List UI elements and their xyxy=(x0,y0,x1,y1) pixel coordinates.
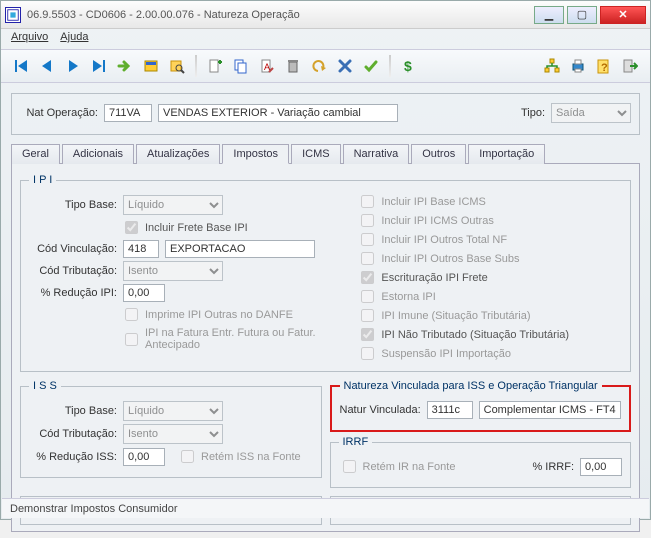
iss-codtrib-label: Cód Tributação: xyxy=(29,428,117,440)
goto-icon[interactable] xyxy=(113,54,137,78)
menu-arquivo[interactable]: Arquivo xyxy=(11,31,48,47)
titlebar: 06.9.5503 - CD0606 - 2.00.00.076 - Natur… xyxy=(1,1,650,29)
menubar: Arquivo Ajuda xyxy=(1,29,650,49)
nat-vinculada-legend: Natureza Vinculada para ISS e Operação T… xyxy=(340,380,602,392)
iss-group: I S S Tipo Base: Líquido Cód Tributação:… xyxy=(20,380,322,478)
tipo-label: Tipo: xyxy=(521,107,545,119)
last-icon[interactable] xyxy=(87,54,111,78)
iss-reducao-input[interactable] xyxy=(123,448,165,466)
ipi-legend: I P I xyxy=(29,174,56,186)
money-icon[interactable]: $ xyxy=(397,54,421,78)
exit-icon[interactable] xyxy=(618,54,642,78)
ipi-naotrib-checkbox[interactable]: IPI Não Tributado (Situação Tributária) xyxy=(357,325,622,344)
statusbar: Demonstrar Impostos Consumidor xyxy=(2,498,649,518)
tab-geral[interactable]: Geral xyxy=(11,144,60,164)
ipi-reducao-label: % Redução IPI: xyxy=(29,287,117,299)
ipi-imprime-outras-checkbox[interactable]: Imprime IPI Outras no DANFE xyxy=(121,305,293,324)
nat-operacao-code[interactable] xyxy=(104,104,152,122)
iss-retem-checkbox[interactable]: Retém ISS na Fonte xyxy=(177,447,301,466)
ipi-fatura-checkbox[interactable]: IPI na Fatura Entr. Futura ou Fatur. Ant… xyxy=(121,327,349,351)
help-icon[interactable]: ? xyxy=(592,54,616,78)
irrf-retem-checkbox[interactable]: Retém IR na Fonte xyxy=(339,457,456,476)
ipi-imune-checkbox[interactable]: IPI Imune (Situação Tributária) xyxy=(357,306,622,325)
nat-vinculada-desc xyxy=(479,401,621,419)
irrf-pct-label: % IRRF: xyxy=(532,461,574,473)
status-text: Demonstrar Impostos Consumidor xyxy=(10,503,178,515)
copy-icon[interactable] xyxy=(229,54,253,78)
iss-reducao-label: % Redução ISS: xyxy=(29,451,117,463)
maximize-button[interactable] xyxy=(567,6,597,24)
tab-narrativa[interactable]: Narrativa xyxy=(343,144,410,164)
iss-tipobase-select: Líquido xyxy=(123,401,223,421)
ipi-reducao-input[interactable] xyxy=(123,284,165,302)
menu-ajuda[interactable]: Ajuda xyxy=(60,31,88,47)
print-icon[interactable] xyxy=(566,54,590,78)
close-button[interactable] xyxy=(600,6,646,24)
delete-icon[interactable] xyxy=(281,54,305,78)
window-title: 06.9.5503 - CD0606 - 2.00.00.076 - Natur… xyxy=(27,9,534,21)
toolbar: A $ ? xyxy=(1,49,650,83)
cancel-icon[interactable] xyxy=(333,54,357,78)
undo-icon[interactable] xyxy=(307,54,331,78)
view-icon[interactable] xyxy=(139,54,163,78)
ipi-estorna-checkbox[interactable]: Estorna IPI xyxy=(357,287,622,306)
ipi-icms-outras-checkbox[interactable]: Incluir IPI ICMS Outras xyxy=(357,211,622,230)
nat-operacao-label: Nat Operação: xyxy=(20,107,98,119)
iss-legend: I S S xyxy=(29,380,61,392)
minimize-button[interactable] xyxy=(534,6,564,24)
nat-vinculada-label: Natur Vinculada: xyxy=(340,404,421,416)
nat-operacao-desc xyxy=(158,104,398,122)
ipi-codvinc-label: Cód Vinculação: xyxy=(29,243,117,255)
ipi-base-icms-checkbox[interactable]: Incluir IPI Base ICMS xyxy=(357,192,622,211)
ipi-outros-total-checkbox[interactable]: Incluir IPI Outros Total NF xyxy=(357,230,622,249)
tab-icms[interactable]: ICMS xyxy=(291,144,341,164)
nat-vinculada-code[interactable] xyxy=(427,401,473,419)
find-icon[interactable] xyxy=(165,54,189,78)
ipi-group: I P I Tipo Base: Líquido Incluir Frete B… xyxy=(20,174,631,372)
next-icon[interactable] xyxy=(61,54,85,78)
prev-icon[interactable] xyxy=(35,54,59,78)
irrf-pct-input[interactable] xyxy=(580,458,622,476)
ipi-codvinc-desc xyxy=(165,240,315,258)
tab-outros[interactable]: Outros xyxy=(411,144,466,164)
app-icon xyxy=(5,7,21,23)
ipi-codtrib-select: Isento xyxy=(123,261,223,281)
svg-text:?: ? xyxy=(601,62,608,74)
ipi-escrituracao-checkbox[interactable]: Escrituração IPI Frete xyxy=(357,268,622,287)
irrf-legend: IRRF xyxy=(339,436,373,448)
ipi-tipobase-label: Tipo Base: xyxy=(29,199,117,211)
svg-text:$: $ xyxy=(404,58,412,74)
tab-impostos[interactable]: Impostos xyxy=(222,144,289,164)
tab-adicionais[interactable]: Adicionais xyxy=(62,144,134,164)
new-icon[interactable] xyxy=(203,54,227,78)
ipi-outros-base-subs-checkbox[interactable]: Incluir IPI Outros Base Subs xyxy=(357,249,622,268)
tab-importacao[interactable]: Importação xyxy=(468,144,545,164)
tab-atualizacoes[interactable]: Atualizações xyxy=(136,144,220,164)
ipi-incluir-frete-checkbox[interactable]: Incluir Frete Base IPI xyxy=(121,218,248,237)
ipi-codtrib-label: Cód Tributação: xyxy=(29,265,117,277)
ipi-tipobase-select: Líquido xyxy=(123,195,223,215)
irrf-group: IRRF Retém IR na Fonte % IRRF: xyxy=(330,436,632,488)
ipi-codvinc-code[interactable] xyxy=(123,240,159,258)
ipi-suspensao-checkbox[interactable]: Suspensão IPI Importação xyxy=(357,344,622,363)
nat-vinculada-group: Natureza Vinculada para ISS e Operação T… xyxy=(330,380,632,432)
header-fieldset: Nat Operação: Tipo: Saída xyxy=(11,93,640,135)
confirm-icon[interactable] xyxy=(359,54,383,78)
org-icon[interactable] xyxy=(540,54,564,78)
first-icon[interactable] xyxy=(9,54,33,78)
tipo-select: Saída xyxy=(551,103,631,123)
iss-codtrib-select: Isento xyxy=(123,424,223,444)
edit-icon[interactable]: A xyxy=(255,54,279,78)
tabs: Geral Adicionais Atualizações Impostos I… xyxy=(11,143,640,164)
iss-tipobase-label: Tipo Base: xyxy=(29,405,117,417)
